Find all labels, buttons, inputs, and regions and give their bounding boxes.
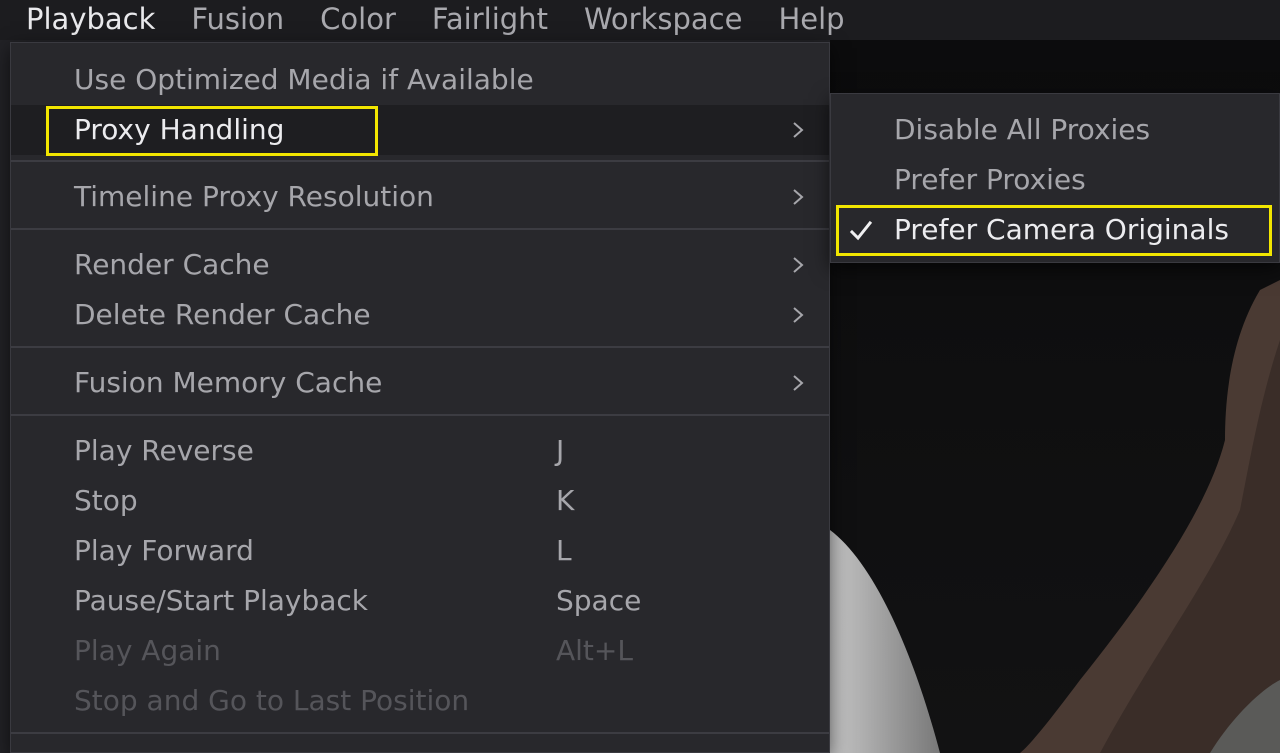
shortcut-label: Alt+L — [556, 634, 633, 667]
submenu-item-label: Disable All Proxies — [894, 113, 1151, 146]
menu-item-stop-and-go-to-last-position: Stop and Go to Last Position — [11, 676, 829, 726]
menu-item-play-again: Play Again Alt+L — [11, 626, 829, 676]
menu-divider — [11, 414, 829, 416]
chevron-right-icon — [793, 375, 804, 391]
menu-item-stop[interactable]: Stop K — [11, 476, 829, 526]
menu-item-pause-start-playback[interactable]: Pause/Start Playback Space — [11, 576, 829, 626]
menu-item-label: Timeline Proxy Resolution — [74, 180, 434, 213]
menu-fairlight[interactable]: Fairlight — [414, 0, 566, 40]
submenu-item-label: Prefer Camera Originals — [894, 213, 1229, 246]
menu-item-label: Render Cache — [74, 248, 270, 281]
app-window: Playback Fusion Color Fairlight Workspac… — [0, 0, 1280, 753]
menu-item-label: Play Reverse — [74, 434, 254, 467]
menu-item-play-forward[interactable]: Play Forward L — [11, 526, 829, 576]
chevron-right-icon — [793, 257, 804, 273]
menu-help[interactable]: Help — [760, 0, 862, 40]
submenu-item-disable-all-proxies[interactable]: Disable All Proxies — [831, 105, 1279, 155]
submenu-item-label: Prefer Proxies — [894, 163, 1086, 196]
menu-item-proxy-handling[interactable]: Proxy Handling — [11, 105, 829, 155]
menu-item-label: Pause/Start Playback — [74, 584, 369, 617]
playback-menu-dropdown: Use Optimized Media if Available Proxy H… — [10, 42, 830, 753]
menu-item-use-optimized-media[interactable]: Use Optimized Media if Available — [11, 55, 829, 105]
menu-bar: Playback Fusion Color Fairlight Workspac… — [0, 0, 1280, 40]
menu-playback[interactable]: Playback — [0, 0, 173, 40]
menu-color[interactable]: Color — [302, 0, 414, 40]
menu-item-timeline-proxy-resolution[interactable]: Timeline Proxy Resolution — [11, 172, 829, 222]
menu-fusion[interactable]: Fusion — [173, 0, 302, 40]
menu-divider — [11, 346, 829, 348]
chevron-right-icon — [793, 189, 804, 205]
chevron-right-icon — [793, 307, 804, 323]
shortcut-label: Space — [556, 584, 642, 617]
menu-item-render-cache[interactable]: Render Cache — [11, 240, 829, 290]
shortcut-label: L — [556, 534, 572, 567]
menu-divider — [11, 228, 829, 230]
menu-item-play-reverse[interactable]: Play Reverse J — [11, 426, 829, 476]
checkmark-icon — [849, 220, 873, 241]
menu-item-label: Stop — [74, 484, 138, 517]
menu-workspace[interactable]: Workspace — [566, 0, 761, 40]
submenu-item-prefer-proxies[interactable]: Prefer Proxies — [831, 155, 1279, 205]
menu-item-label: Play Forward — [74, 534, 254, 567]
menu-item-label: Proxy Handling — [74, 113, 285, 146]
menu-item-label: Play Again — [74, 634, 221, 667]
menu-item-label: Delete Render Cache — [74, 298, 371, 331]
menu-item-label: Use Optimized Media if Available — [74, 63, 534, 96]
menu-item-fusion-memory-cache[interactable]: Fusion Memory Cache — [11, 358, 829, 408]
chevron-right-icon — [793, 122, 804, 138]
menu-item-delete-render-cache[interactable]: Delete Render Cache — [11, 290, 829, 340]
menu-divider — [11, 732, 829, 734]
shortcut-label: J — [556, 434, 565, 467]
submenu-item-prefer-camera-originals[interactable]: Prefer Camera Originals — [831, 205, 1279, 255]
menu-item-label: Stop and Go to Last Position — [74, 684, 470, 717]
shortcut-label: K — [556, 484, 575, 517]
menu-item-label: Fusion Memory Cache — [74, 366, 383, 399]
menu-divider — [11, 160, 829, 162]
proxy-handling-submenu: Disable All Proxies Prefer Proxies Prefe… — [830, 93, 1280, 263]
